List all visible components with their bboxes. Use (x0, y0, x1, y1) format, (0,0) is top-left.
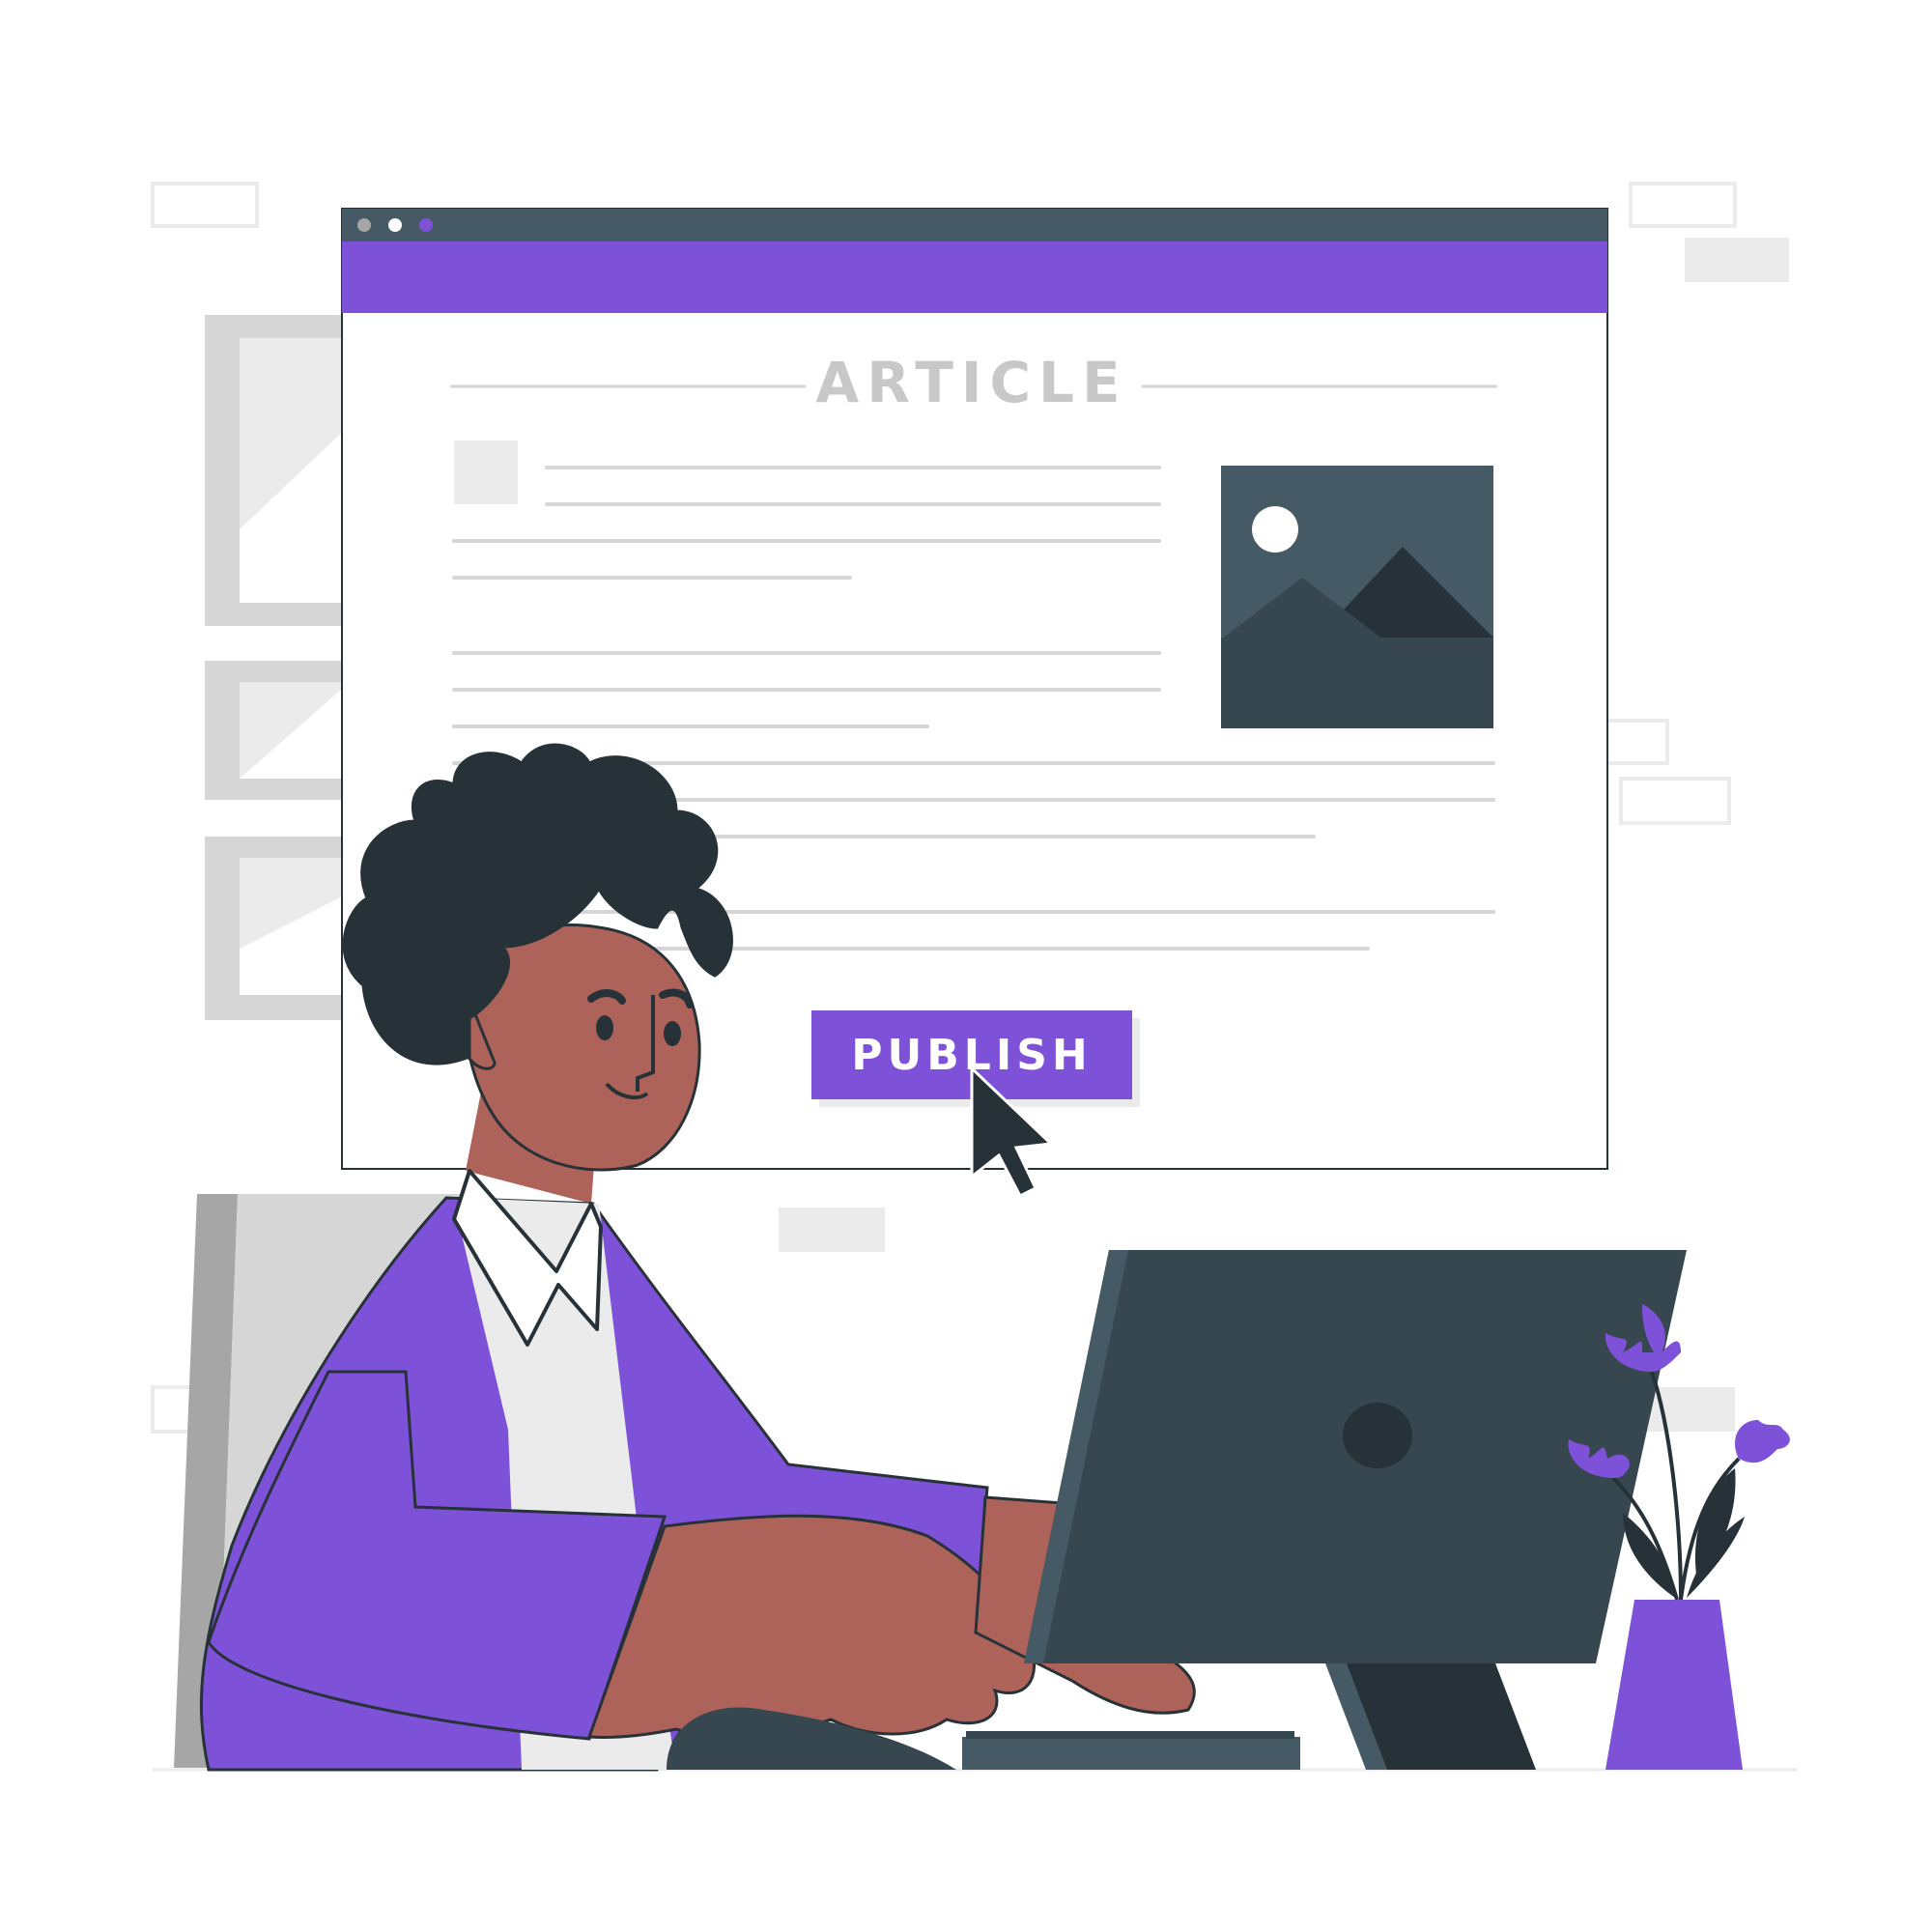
wall-frame (1619, 777, 1731, 825)
dot-icon (357, 218, 371, 232)
wall-block (779, 1208, 885, 1252)
article-heading: ARTICLE (815, 350, 1127, 415)
wall-block (1642, 1387, 1735, 1432)
browser-header-band (342, 242, 1607, 313)
dot-icon (419, 218, 433, 232)
eye (596, 1015, 613, 1040)
wall-frame (1629, 182, 1737, 228)
browser-title-bar (342, 209, 1607, 242)
wall-block (1685, 238, 1789, 282)
dot-icon (388, 218, 402, 232)
monitor-logo (1343, 1403, 1412, 1468)
drop-cap-placeholder (454, 440, 518, 504)
eye (664, 1021, 681, 1046)
flower (1735, 1420, 1790, 1463)
plant-pot (1605, 1600, 1743, 1770)
keyboard (962, 1731, 1300, 1770)
illustration: ARTICLE PUBLISH (151, 182, 1797, 1772)
image-icon (1221, 466, 1493, 728)
wall-frame (151, 182, 259, 228)
